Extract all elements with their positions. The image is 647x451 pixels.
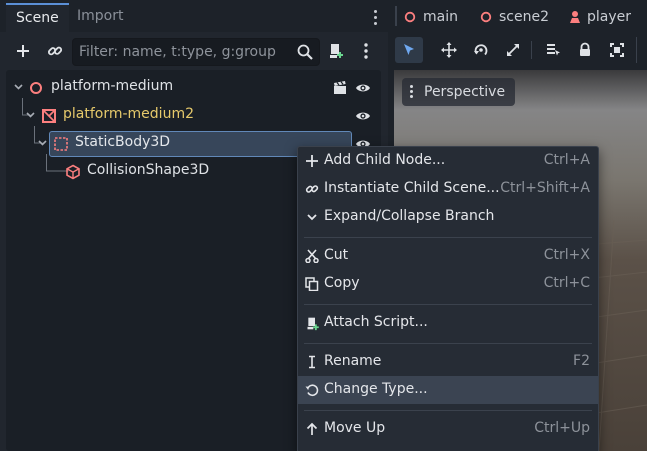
select-mode-button[interactable]: [395, 37, 423, 63]
viewport-toolbar: [390, 33, 647, 67]
scene-tab-label: scene2: [499, 9, 549, 25]
add-icon: [304, 153, 320, 169]
menu-item-label: Instantiate Child Scene...: [324, 180, 500, 196]
menu-item-shortcut: Ctrl+Shift+A: [500, 180, 590, 196]
link-icon: [47, 46, 63, 56]
scene-tab-label: player: [587, 9, 632, 25]
vertical-dots-icon: [409, 85, 415, 99]
menu-separator: [304, 304, 592, 305]
script-add-icon: [304, 315, 320, 331]
menu-item-shortcut: Ctrl+A: [543, 152, 590, 168]
circle-node-icon: [480, 11, 492, 23]
tab-separator: [395, 6, 397, 26]
tree-item-platform-medium2[interactable]: platform-medium2: [6, 102, 381, 130]
scene-tab-player[interactable]: player: [568, 5, 647, 31]
rotate-icon: [304, 382, 320, 398]
list-select-icon: [547, 44, 560, 56]
menu-item-label: Attach Script...: [324, 314, 428, 330]
dock-tab-bar: Scene Import: [0, 0, 388, 32]
clapperboard-icon[interactable]: [332, 80, 348, 96]
search-icon[interactable]: [296, 43, 314, 61]
tree-item-platform-medium[interactable]: platform-medium: [6, 74, 381, 102]
arrow-up-icon: [304, 421, 320, 437]
context-menu: Add Child Node... Ctrl+A Instantiate Chi…: [297, 146, 599, 451]
move-icon: [441, 42, 457, 58]
vertical-dots-icon: [364, 43, 368, 59]
perspective-menu-button[interactable]: Perspective: [402, 78, 516, 106]
menu-item-shortcut: Ctrl+Up: [534, 420, 590, 436]
circle-node-icon: [404, 11, 416, 23]
lock-icon: [580, 42, 590, 56]
add-node-button[interactable]: [9, 38, 37, 64]
menu-item-label: Change Type...: [324, 381, 428, 397]
menu-item-label: Add Child Node...: [324, 152, 446, 168]
circle-node-icon: [30, 82, 42, 94]
group-icon: [610, 43, 624, 57]
lock-button[interactable]: [571, 37, 599, 63]
menu-item-move-up[interactable]: Move Up Ctrl+Up: [298, 415, 598, 443]
scene-toolbar: [0, 32, 388, 70]
scissors-icon: [304, 248, 320, 264]
chevron-down-icon: [304, 209, 320, 225]
menu-item-shortcut: Ctrl+C: [543, 275, 590, 291]
menu-item-label: Expand/Collapse Branch: [324, 208, 495, 224]
collision-shape-icon: [66, 164, 80, 180]
add-icon: [17, 45, 29, 57]
menu-item-label: Copy: [324, 275, 360, 291]
menu-item-label: Rename: [324, 353, 382, 369]
filter-box: [72, 38, 320, 66]
menu-separator: [304, 343, 592, 344]
scale-mode-button[interactable]: [499, 37, 527, 63]
menu-item-shortcut: F2: [573, 353, 590, 369]
scene-tree-menu-button[interactable]: [352, 38, 380, 64]
tree-item-label: CollisionShape3D: [87, 162, 210, 178]
static-body-icon: [54, 137, 68, 151]
scale-icon: [507, 44, 519, 56]
instantiate-scene-button[interactable]: [41, 38, 69, 64]
group-button[interactable]: [603, 37, 631, 63]
filter-input[interactable]: [73, 39, 295, 65]
menu-item-shortcut: Ctrl+X: [543, 247, 590, 263]
tab-import[interactable]: Import: [67, 3, 133, 32]
menu-separator: [304, 410, 592, 411]
toolbar-separator: [531, 41, 532, 59]
perspective-label: Perspective: [424, 84, 506, 100]
attach-script-button[interactable]: [322, 38, 350, 64]
pointer-icon: [404, 44, 414, 55]
toolbar-separator: [636, 37, 637, 63]
copy-icon: [304, 276, 320, 292]
list-select-button[interactable]: [539, 37, 567, 63]
menu-item-label: Move Up: [324, 420, 386, 436]
inherited-scene-icon: [42, 109, 56, 123]
dock-menu-icon[interactable]: [369, 8, 383, 26]
character-icon: [570, 11, 580, 23]
rotate-icon: [474, 44, 488, 56]
script-add-icon: [330, 44, 343, 58]
menu-item-expand-collapse-branch[interactable]: Expand/Collapse Branch: [298, 203, 598, 231]
link-icon: [304, 181, 320, 197]
menu-item-change-type[interactable]: Change Type...: [298, 376, 598, 404]
rename-cursor-icon: [304, 354, 320, 370]
tree-item-label: StaticBody3D: [75, 134, 171, 150]
tab-scene[interactable]: Scene: [6, 3, 69, 32]
visibility-eye-icon[interactable]: [355, 108, 371, 124]
scene-tab-bar: main scene2 player: [390, 0, 647, 33]
menu-item-add-child-node[interactable]: Add Child Node... Ctrl+A: [298, 147, 598, 175]
move-mode-button[interactable]: [435, 37, 463, 63]
menu-item-copy[interactable]: Copy Ctrl+C: [298, 270, 598, 298]
tree-item-label: platform-medium: [51, 78, 174, 94]
tree-item-label: platform-medium2: [63, 106, 194, 122]
rotate-mode-button[interactable]: [467, 37, 495, 63]
menu-item-attach-script[interactable]: Attach Script...: [298, 309, 598, 337]
menu-item-cut[interactable]: Cut Ctrl+X: [298, 242, 598, 270]
scene-tab-label: main: [423, 9, 458, 25]
menu-item-label: Cut: [324, 247, 349, 263]
visibility-eye-icon[interactable]: [355, 80, 371, 96]
menu-item-instantiate-child-scene[interactable]: Instantiate Child Scene... Ctrl+Shift+A: [298, 175, 598, 203]
menu-item-rename[interactable]: Rename F2: [298, 348, 598, 376]
menu-separator: [304, 237, 592, 238]
